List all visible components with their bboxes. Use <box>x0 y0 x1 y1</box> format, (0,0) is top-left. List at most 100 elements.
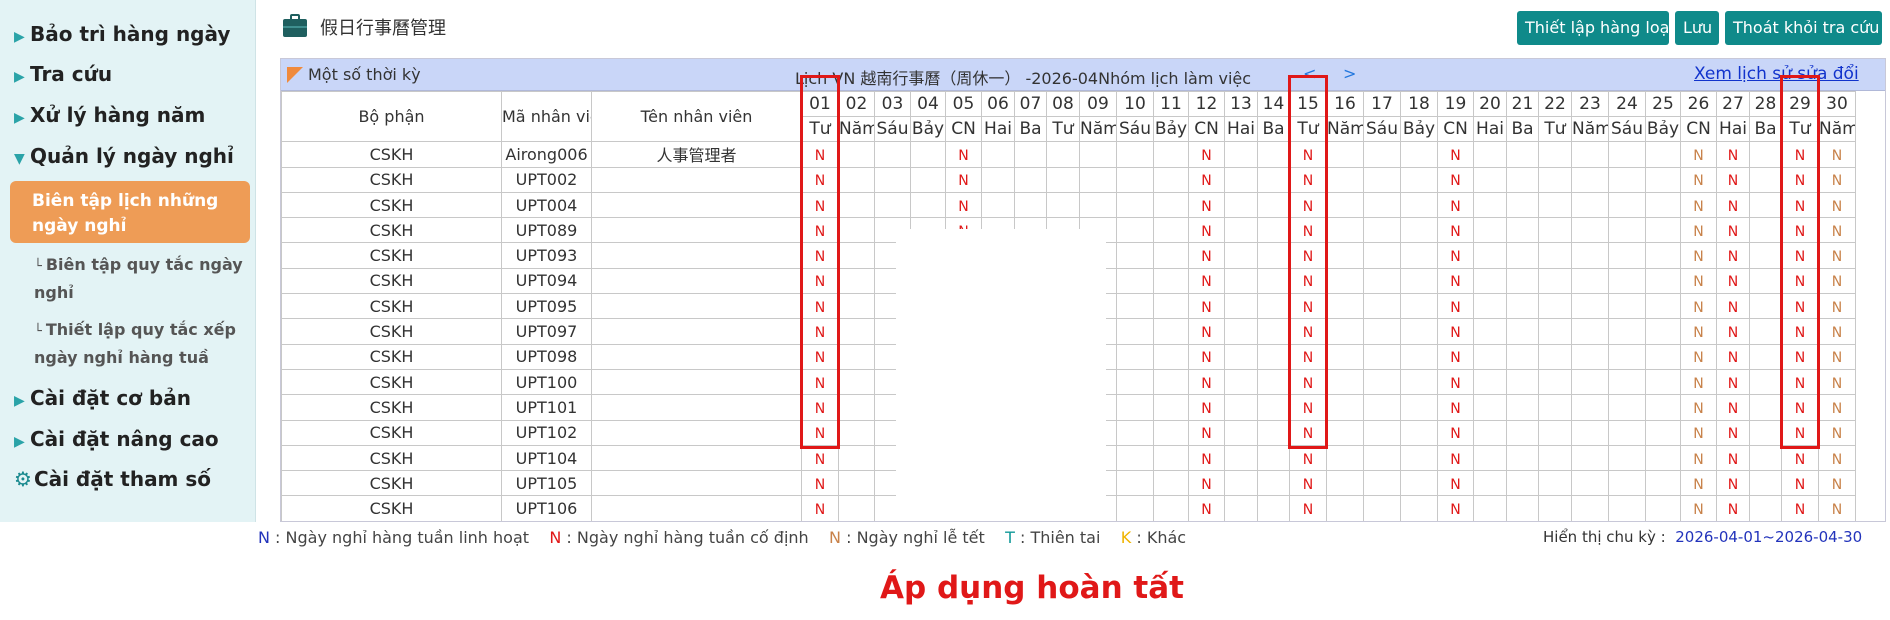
day-cell[interactable] <box>1257 267 1290 295</box>
day-cell[interactable]: N <box>1818 444 1856 472</box>
day-cell[interactable]: N <box>801 141 839 168</box>
day-cell[interactable] <box>1116 444 1154 472</box>
day-cell[interactable]: N <box>1716 470 1750 497</box>
day-cell[interactable]: N <box>1781 217 1819 244</box>
day-cell[interactable] <box>1473 293 1507 320</box>
day-cell[interactable] <box>1571 191 1609 219</box>
day-cell[interactable]: N <box>801 242 839 269</box>
day-cell[interactable]: N <box>1188 293 1225 320</box>
day-header-weekday[interactable]: Hai <box>1473 116 1507 143</box>
day-cell[interactable] <box>1608 394 1646 421</box>
day-cell[interactable] <box>1116 191 1154 219</box>
day-cell[interactable]: N <box>1680 217 1717 244</box>
day-cell[interactable] <box>1400 368 1438 396</box>
day-header-date[interactable]: 07 <box>1014 90 1047 118</box>
day-header-weekday[interactable]: CN <box>1680 116 1717 143</box>
day-cell[interactable] <box>910 141 946 168</box>
day-cell[interactable] <box>1749 217 1782 244</box>
day-cell[interactable]: N <box>1818 191 1856 219</box>
day-cell[interactable]: N <box>1188 191 1225 219</box>
day-header-date[interactable]: 16 <box>1326 90 1364 118</box>
day-cell[interactable]: N <box>801 166 839 193</box>
day-cell[interactable] <box>1224 318 1258 345</box>
day-header-date[interactable]: 18 <box>1400 90 1438 118</box>
day-cell[interactable] <box>1538 217 1572 244</box>
day-cell[interactable] <box>1538 495 1572 521</box>
day-cell[interactable]: N <box>1781 191 1819 219</box>
day-cell[interactable] <box>1506 318 1539 345</box>
next-month-button[interactable]: > <box>1343 64 1356 83</box>
day-cell[interactable] <box>1326 343 1364 370</box>
day-cell[interactable] <box>1363 191 1401 219</box>
sidebar-item-basic-settings[interactable]: ▶ Cài đặt cơ bản <box>14 386 191 410</box>
day-header-weekday[interactable]: Bảy <box>1153 116 1189 143</box>
day-cell[interactable] <box>838 166 875 193</box>
bulk-settings-button[interactable]: Thiết lập hàng loạt <box>1517 11 1676 45</box>
sidebar-item-weekly-rules[interactable]: └ Thiết lập quy tắc xếp ngày nghỉ hàng tu… <box>34 317 246 371</box>
day-cell[interactable] <box>1749 368 1782 396</box>
day-cell[interactable] <box>838 368 875 396</box>
prev-month-button[interactable]: < <box>1303 64 1316 83</box>
day-cell[interactable] <box>1538 191 1572 219</box>
sidebar-item-daily-maintenance[interactable]: ▶ Bảo trì hàng ngày <box>14 22 230 46</box>
day-cell[interactable] <box>1400 394 1438 421</box>
day-cell[interactable] <box>1224 141 1258 168</box>
day-cell[interactable]: N <box>1818 141 1856 168</box>
day-cell[interactable]: N <box>1680 242 1717 269</box>
day-header-weekday[interactable]: CN <box>1437 116 1474 143</box>
day-cell[interactable]: N <box>1680 419 1717 446</box>
day-cell[interactable]: N <box>1289 495 1327 521</box>
day-cell[interactable] <box>1046 141 1080 168</box>
day-cell[interactable] <box>1257 343 1290 370</box>
day-cell[interactable] <box>1571 444 1609 472</box>
day-cell[interactable]: N <box>1289 444 1327 472</box>
day-cell[interactable]: N <box>1781 318 1819 345</box>
day-cell[interactable] <box>1326 267 1364 295</box>
day-cell[interactable]: N <box>1289 141 1327 168</box>
day-header-date[interactable]: 20 <box>1473 90 1507 118</box>
day-cell[interactable] <box>1571 166 1609 193</box>
day-cell[interactable]: N <box>1289 343 1327 370</box>
day-header-weekday[interactable]: Năm <box>1079 116 1117 143</box>
day-cell[interactable] <box>1749 141 1782 168</box>
day-cell[interactable]: N <box>1680 343 1717 370</box>
day-cell[interactable]: N <box>1289 470 1327 497</box>
day-cell[interactable]: N <box>801 217 839 244</box>
day-cell[interactable]: N <box>1188 141 1225 168</box>
sidebar-item-edit-holiday-rules[interactable]: └ Biên tập quy tắc ngày nghỉ <box>34 252 246 306</box>
day-cell[interactable]: N <box>1437 141 1474 168</box>
day-cell[interactable] <box>1224 444 1258 472</box>
day-cell[interactable]: N <box>1781 444 1819 472</box>
day-header-date[interactable]: 04 <box>910 90 946 118</box>
day-cell[interactable] <box>1116 141 1154 168</box>
day-cell[interactable]: N <box>1680 191 1717 219</box>
day-cell[interactable] <box>1749 470 1782 497</box>
day-cell[interactable] <box>1224 495 1258 521</box>
day-cell[interactable] <box>1608 444 1646 472</box>
day-cell[interactable] <box>1257 495 1290 521</box>
day-cell[interactable] <box>1645 394 1681 421</box>
day-cell[interactable] <box>1046 166 1080 193</box>
day-header-weekday[interactable]: Ba <box>1749 116 1782 143</box>
day-cell[interactable] <box>1257 318 1290 345</box>
day-cell[interactable]: N <box>1781 419 1819 446</box>
day-cell[interactable] <box>838 191 875 219</box>
day-cell[interactable]: N <box>1680 495 1717 521</box>
day-cell[interactable] <box>838 217 875 244</box>
day-cell[interactable] <box>1473 343 1507 370</box>
sidebar-item-yearly[interactable]: ▶ Xử lý hàng năm <box>14 103 205 127</box>
day-cell[interactable]: N <box>1188 419 1225 446</box>
day-cell[interactable] <box>1538 394 1572 421</box>
day-cell[interactable]: N <box>1437 495 1474 521</box>
day-cell[interactable] <box>1116 470 1154 497</box>
day-cell[interactable] <box>1571 242 1609 269</box>
day-header-weekday[interactable]: Tư <box>1046 116 1080 143</box>
day-cell[interactable]: N <box>1716 343 1750 370</box>
day-cell[interactable] <box>1538 419 1572 446</box>
day-header-date[interactable]: 25 <box>1645 90 1681 118</box>
day-cell[interactable] <box>1538 318 1572 345</box>
day-cell[interactable]: N <box>801 368 839 396</box>
day-cell[interactable]: N <box>1188 217 1225 244</box>
day-cell[interactable] <box>1363 217 1401 244</box>
day-cell[interactable] <box>1645 166 1681 193</box>
